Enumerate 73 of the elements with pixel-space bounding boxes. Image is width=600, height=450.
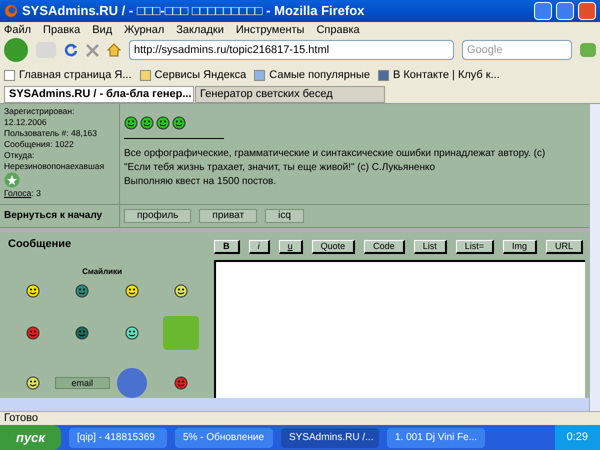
format-button[interactable]: Quote [312, 240, 356, 254]
taskbar-button[interactable]: 5% - Обновление [175, 428, 273, 448]
smiley-icon[interactable] [174, 376, 188, 390]
taskbar-button[interactable]: 1. 001 Dj Vini Fe... [387, 428, 485, 448]
browser-tab[interactable]: SYSAdmins.RU / - бла-бла генер... [4, 86, 194, 103]
format-button[interactable]: u [278, 240, 303, 254]
smiley-icon[interactable] [75, 326, 90, 340]
firefox-icon [4, 4, 18, 18]
profile-button[interactable]: приват [199, 208, 258, 223]
smiley-icon[interactable] [172, 116, 186, 130]
search-icon [254, 70, 266, 80]
browser-tab[interactable]: Генератор светских бесед [195, 86, 385, 103]
format-button[interactable]: List [414, 240, 447, 254]
user-info: Нерезиновопонаехавшая [4, 161, 104, 172]
email-button[interactable]: email [54, 377, 110, 390]
format-button[interactable]: Code [364, 240, 405, 254]
smiley-icon[interactable] [26, 326, 40, 340]
page-icon [4, 70, 15, 80]
smiley-icon[interactable] [156, 116, 170, 130]
menu-item[interactable]: Журнал [124, 22, 164, 38]
vk-icon [378, 70, 389, 80]
signature-line: "Если тебя жизнь трахает, значит, ты еще живой!" (с) С.Лукьяненко [124, 161, 436, 175]
user-info: Откуда: [4, 150, 34, 161]
address-field[interactable]: http://sysadmins.ru/topic216817-15.html [129, 40, 454, 60]
window-title: SYSAdmins.RU / - □□□-□□□ □□□□□□□□□ - Mozilla Firefox [22, 2, 366, 20]
smiley-icon[interactable] [174, 284, 188, 298]
clock: 0:29 [566, 430, 588, 446]
menu-item[interactable]: Правка [43, 22, 80, 38]
smiley-icon[interactable] [140, 116, 154, 130]
vertical-scrollbar[interactable] [589, 104, 600, 411]
bookmark[interactable]: Главная страница Я... [4, 66, 132, 84]
user-info: 12.12.2006 [4, 117, 47, 128]
votes-count: : 3 [31, 188, 41, 199]
bookmark[interactable]: Самые популярные [254, 66, 370, 84]
smiley-icon[interactable] [124, 116, 138, 130]
rank-star-icon [4, 172, 20, 188]
user-info: Пользователь #: 48,163 [4, 128, 97, 139]
signature-line: Все орфографические, грамматические и синтаксические ошибки принадлежат автору. (с) [124, 147, 546, 161]
bookmark[interactable]: Сервисы Яндекса [140, 66, 246, 84]
bookmark[interactable]: В Контакте | Клуб к... [378, 66, 500, 84]
format-button[interactable]: Img [502, 240, 537, 254]
status-text: Готово [4, 411, 38, 426]
votes-link[interactable]: Голоса [4, 188, 32, 199]
profile-button[interactable]: профиль [124, 208, 192, 223]
start-button[interactable]: пуск [0, 425, 61, 450]
user-info: Сообщения: 1022 [4, 139, 74, 150]
menu-item[interactable]: Закладки [176, 22, 224, 38]
smiley-icon[interactable] [124, 326, 139, 340]
back-to-top-link[interactable]: Вернуться к началу [4, 208, 102, 224]
format-button[interactable]: URL [546, 240, 583, 254]
taskbar-button[interactable]: SYSAdmins.RU /... [281, 428, 379, 448]
menu-item[interactable]: Файл [4, 22, 32, 38]
taskbar-button[interactable]: [qip] - 418815369 [69, 428, 167, 448]
format-button[interactable]: i [248, 240, 270, 254]
menu-item[interactable]: Вид [92, 22, 112, 38]
smileys-title: Смайлики [82, 266, 122, 278]
home-icon[interactable] [107, 43, 121, 57]
horizontal-scrollbar[interactable] [0, 398, 589, 411]
close-button[interactable] [578, 2, 596, 20]
user-info: Зарегистрирован: [4, 106, 74, 117]
smiley-icon[interactable] [75, 284, 90, 298]
smiley-icon[interactable] [124, 284, 139, 298]
menu-item[interactable]: Справка [316, 22, 360, 38]
format-button[interactable]: B [214, 240, 240, 254]
format-button[interactable]: List= [456, 240, 494, 254]
folder-icon [140, 70, 151, 80]
signature-line: Выполняю квест на 1500 постов. [124, 175, 278, 189]
section-title: Сообщение [8, 236, 72, 252]
profile-button[interactable]: icq [265, 208, 304, 223]
menu-item[interactable]: Инструменты [236, 22, 304, 38]
smiley-icon[interactable] [26, 376, 40, 390]
smiley-icon[interactable] [26, 284, 40, 298]
reload-icon[interactable] [64, 43, 78, 57]
